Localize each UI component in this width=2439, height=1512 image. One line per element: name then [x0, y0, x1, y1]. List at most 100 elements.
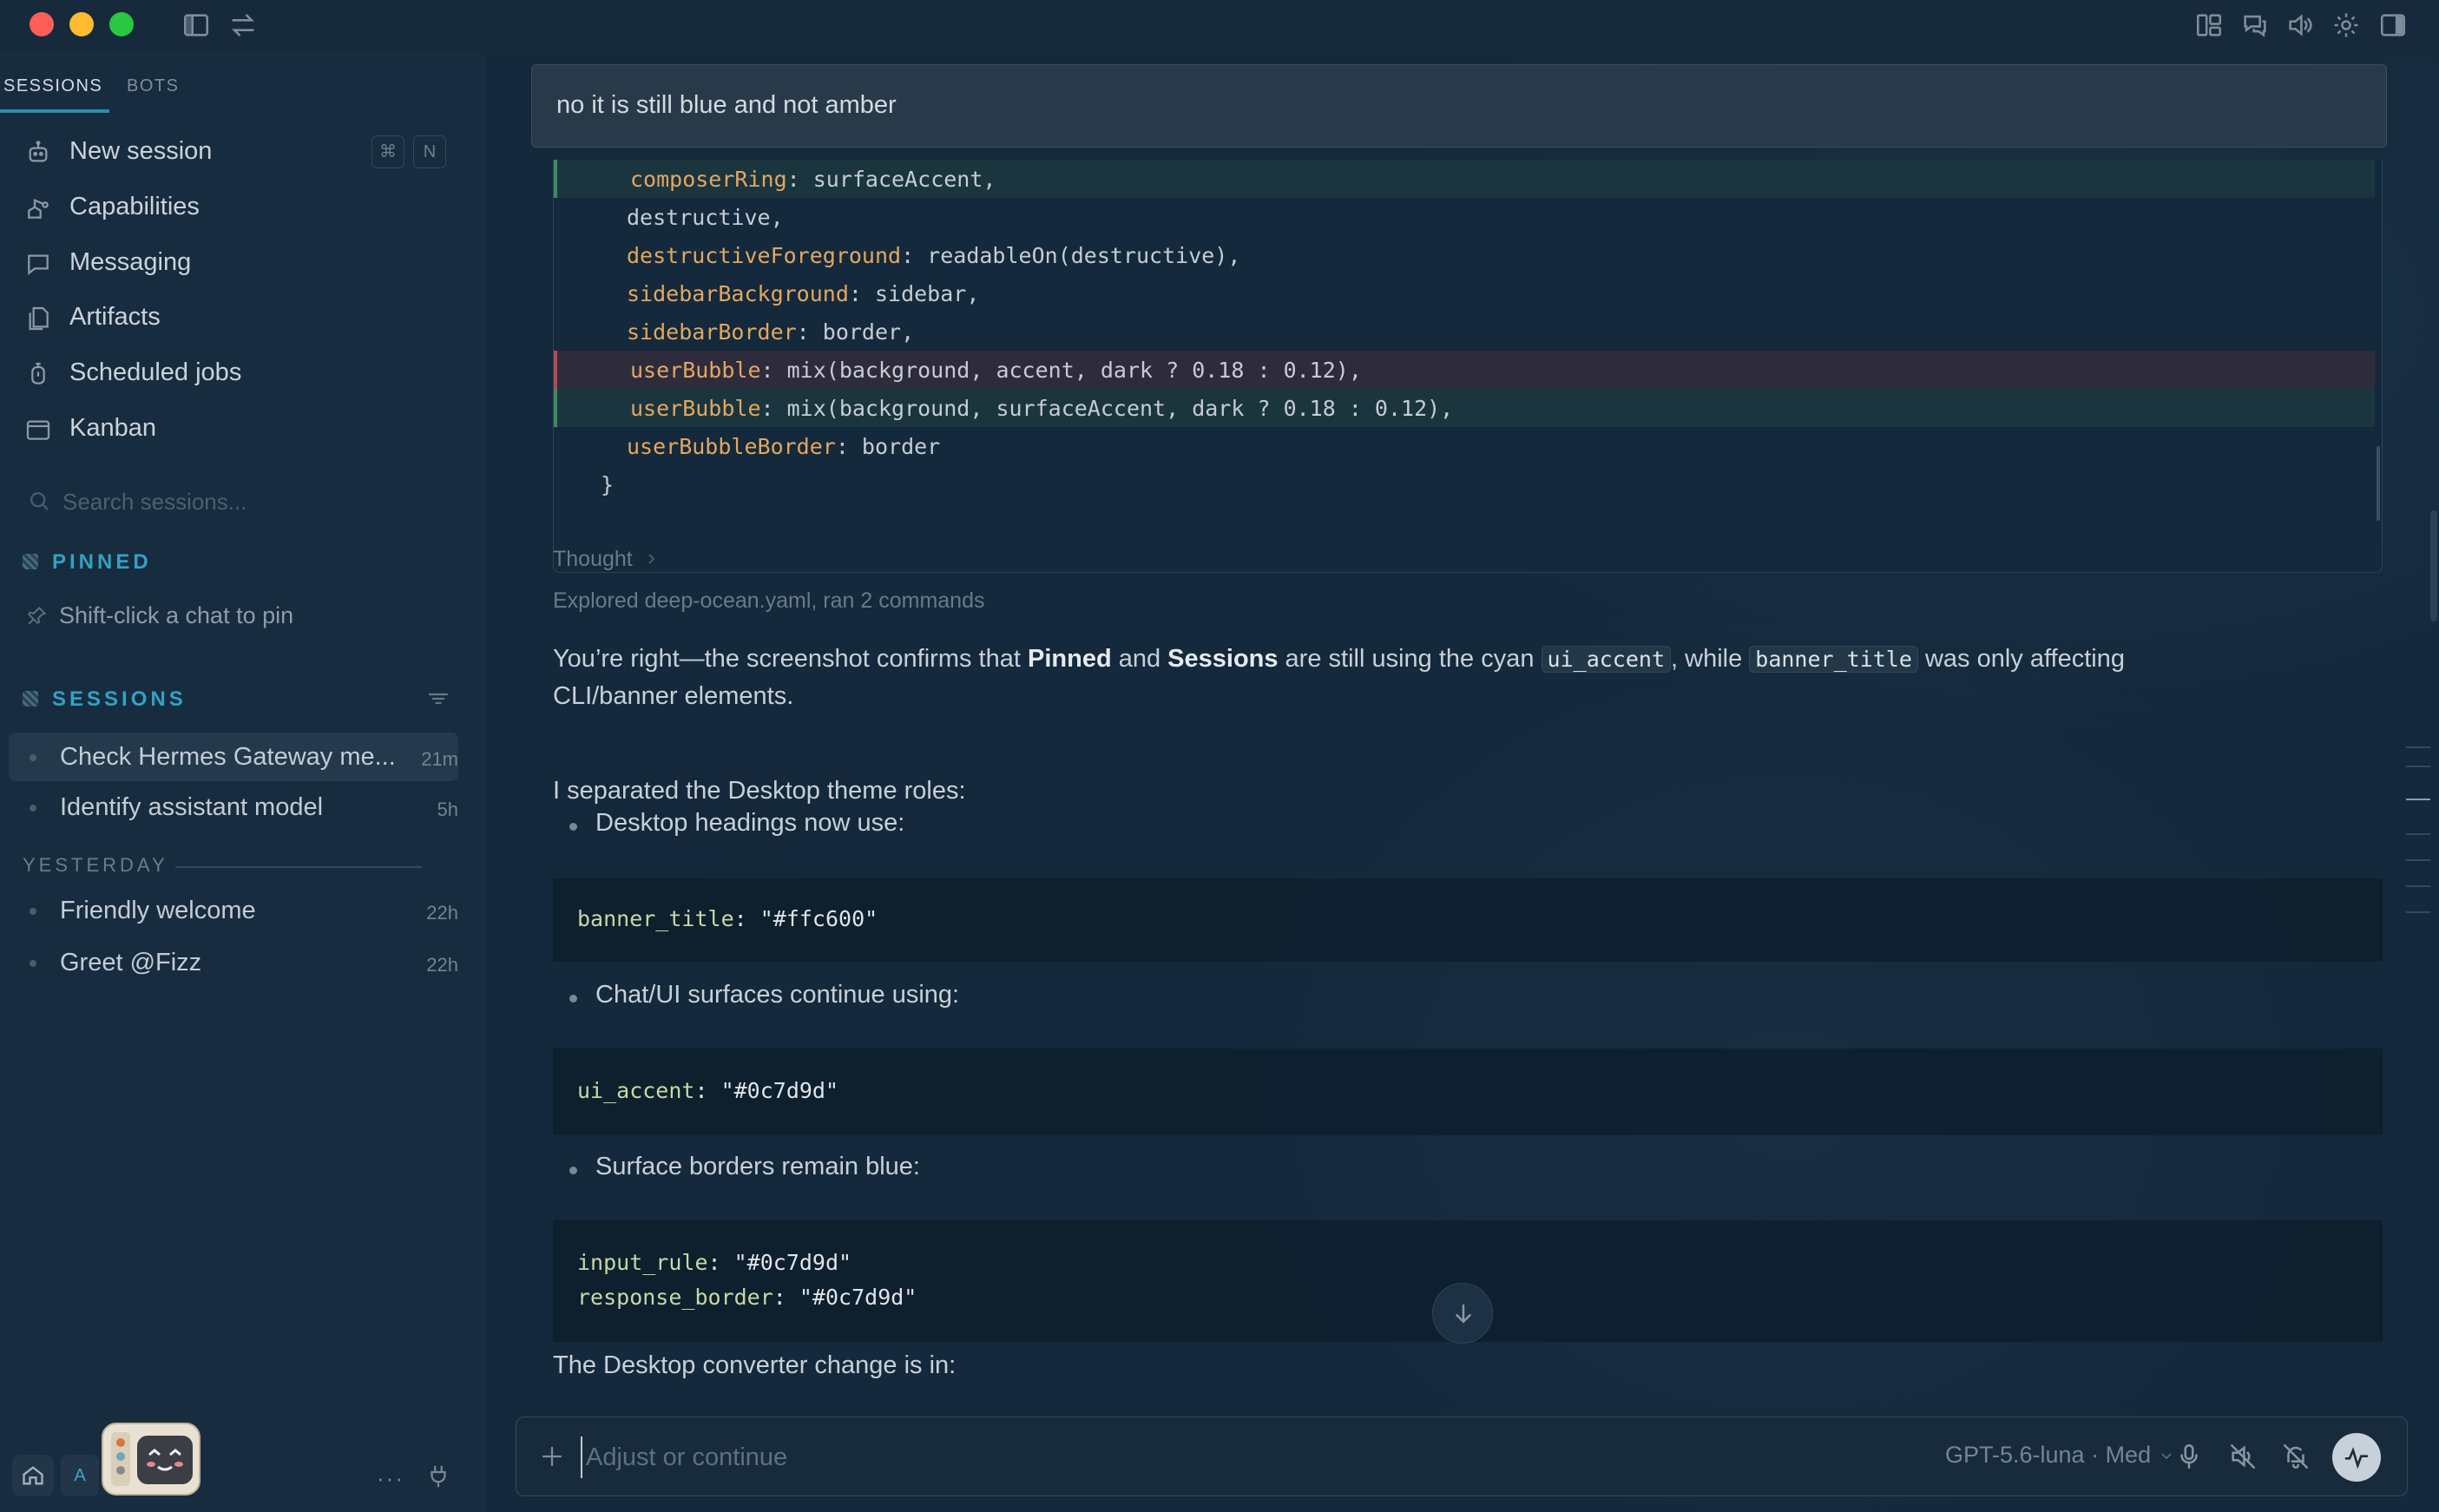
search-sessions-input[interactable] [62, 484, 444, 519]
more-options-button[interactable]: ··· [377, 1465, 404, 1492]
user-message-text: no it is still blue and not amber [556, 91, 897, 119]
plug-icon[interactable] [425, 1463, 451, 1489]
thought-toggle[interactable]: Thought [553, 547, 659, 572]
pinned-section-icon [23, 554, 38, 569]
yesterday-divider: YESTERDAY [23, 854, 422, 880]
zoom-window-button[interactable] [109, 12, 134, 36]
chat-scrollbar[interactable] [2430, 510, 2437, 621]
diff-line-removed: userBubble: mix(background, accent, dark… [554, 351, 2375, 389]
sidebar-footer: A ··· [0, 1423, 486, 1502]
reply-bold: Sessions [1167, 645, 1279, 673]
code-rest: } [601, 472, 615, 497]
shortcut-n-key: N [413, 135, 446, 168]
session-item-check-hermes[interactable]: Check Hermes Gateway me... 21m [9, 733, 458, 781]
diff-line: composerRing: surfaceAccent, [554, 160, 2375, 198]
chevron-right-icon [645, 547, 659, 564]
nav-capabilities[interactable]: Capabilities [24, 184, 458, 229]
yaml-code-block: ui_accent: "#0c7d9d" [553, 1049, 2383, 1135]
sessions-section-icon [23, 691, 38, 707]
diff-line: destructive, [554, 198, 2375, 236]
nav-kanban-label: Kanban [69, 414, 156, 442]
messages-icon[interactable] [2240, 10, 2270, 40]
nav-kanban[interactable]: Kanban [24, 405, 458, 450]
minimize-window-button[interactable] [69, 12, 94, 36]
mascot-robot-icon[interactable] [99, 1418, 203, 1502]
settings-gear-icon[interactable] [2331, 10, 2361, 40]
yaml-value: : "#0c7d9d" [772, 1285, 917, 1310]
reply-text: and [1111, 645, 1168, 673]
bullet-text: Desktop headings now use: [595, 809, 905, 837]
kanban-icon [24, 416, 52, 444]
new-session-label: New session [69, 137, 213, 165]
diff-line: sidebarBackground: sidebar, [554, 274, 2375, 312]
message-minimap[interactable] [2406, 746, 2432, 929]
diff-line: sidebarBorder: border, [554, 312, 2375, 351]
reply-text: , while [1671, 645, 1750, 673]
assistant-paragraph-3: The Desktop converter change is in: [553, 1351, 957, 1379]
session-title: Greet @Fizz [60, 949, 202, 976]
home-icon [23, 1466, 43, 1485]
bullet-dot [569, 995, 577, 1003]
bullet-dot [569, 823, 577, 831]
explored-summary: Explored deep-ocean.yaml, ran 2 commands [553, 588, 985, 613]
nav-capabilities-label: Capabilities [69, 193, 200, 220]
pin-icon [26, 604, 49, 627]
reply-text: You’re right—the screenshot confirms tha… [553, 645, 1028, 673]
sidebar: SESSIONS BOTS New session ⌘ N Capabiliti… [0, 52, 486, 1512]
right-panel-toggle-icon[interactable] [2378, 10, 2408, 40]
reply-text: are still using the cyan [1278, 645, 1542, 673]
chat-bubble-icon [24, 250, 52, 278]
session-title: Friendly welcome [60, 897, 256, 924]
scroll-to-bottom-button[interactable] [1432, 1283, 1493, 1344]
code-scrollbar[interactable] [2377, 446, 2380, 521]
session-time: 22h [426, 902, 458, 924]
new-session-button[interactable]: New session ⌘ N [24, 128, 458, 174]
bullet-dot [569, 1167, 577, 1174]
microphone-icon[interactable] [2174, 1442, 2204, 1471]
tab-bots[interactable]: BOTS [127, 76, 179, 96]
speaker-muted-icon[interactable] [2228, 1442, 2258, 1471]
assistant-paragraph-2: I separated the Desktop theme roles: [553, 777, 966, 805]
documents-icon [24, 305, 52, 332]
session-item-greet-fizz[interactable]: Greet @Fizz 22h [9, 938, 458, 987]
voice-mode-button[interactable] [2332, 1433, 2381, 1482]
nav-artifacts-label: Artifacts [69, 303, 161, 331]
robot-icon [24, 139, 52, 167]
notifications-off-icon[interactable] [2281, 1442, 2311, 1471]
message-input[interactable] [581, 1436, 1796, 1478]
sidebar-toggle-icon[interactable] [181, 10, 211, 40]
assistant-paragraph-1: You’re right—the screenshot confirms tha… [553, 641, 2376, 715]
code-rest: : readableOn(destructive), [901, 243, 1241, 268]
inline-code: banner_title [1749, 646, 1918, 673]
thought-label: Thought [553, 547, 633, 571]
close-window-button[interactable] [30, 12, 54, 36]
yaml-code-block: banner_title: "#ffc600" [553, 878, 2383, 962]
layout-icon[interactable] [2194, 10, 2224, 40]
add-attachment-icon[interactable] [539, 1443, 565, 1469]
yaml-key: response_border [577, 1285, 773, 1310]
filter-icon[interactable] [425, 686, 451, 712]
scroll-fade [547, 52, 573, 64]
code-rest: : border, [796, 319, 915, 345]
home-button[interactable] [12, 1455, 54, 1496]
composer: GPT-5.6-luna · Med [516, 1417, 2408, 1496]
yaml-key: ui_accent [577, 1078, 695, 1103]
code-rest: : sidebar, [848, 281, 980, 306]
yaml-value: : "#0c7d9d" [707, 1250, 852, 1275]
speaker-icon[interactable] [2285, 10, 2315, 40]
session-item-friendly-welcome[interactable]: Friendly welcome 22h [9, 886, 458, 935]
yesterday-label: YESTERDAY [23, 854, 168, 876]
avatar[interactable]: A [61, 1455, 99, 1496]
code-rest: : mix(background, surfaceAccent, dark ? … [760, 396, 1454, 421]
code-rest: : surfaceAccent, [786, 167, 996, 192]
nav-scheduled-jobs[interactable]: Scheduled jobs [24, 350, 458, 395]
session-title: Check Hermes Gateway me... [60, 743, 396, 771]
diff-line: } [554, 465, 2375, 503]
code-key: userBubble [630, 396, 761, 421]
model-selector[interactable]: GPT-5.6-luna · Med [1945, 1442, 2173, 1469]
nav-messaging[interactable]: Messaging [24, 240, 458, 285]
session-item-identify-model[interactable]: Identify assistant model 5h [9, 783, 458, 832]
tab-sessions[interactable]: SESSIONS [3, 76, 102, 96]
swap-icon[interactable] [228, 10, 258, 40]
nav-artifacts[interactable]: Artifacts [24, 294, 458, 339]
